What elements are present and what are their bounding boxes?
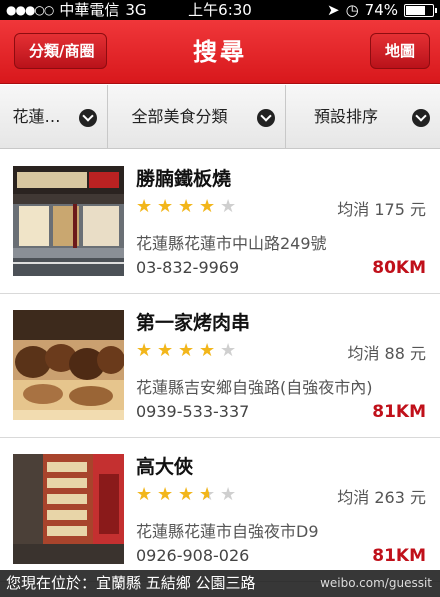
restaurant-name: 勝腩鐵板燒 xyxy=(136,168,232,190)
restaurant-distance: 80KM xyxy=(372,258,426,278)
star-full-icon: ★ xyxy=(157,340,174,361)
rating-stars: ★ ★ ★ ★ ★ xyxy=(136,484,240,505)
restaurant-phone[interactable]: 03-832-9969 xyxy=(136,258,239,277)
star-empty-icon: ★ xyxy=(220,340,237,361)
star-empty-icon: ★ xyxy=(220,484,237,505)
restaurant-address: 花蓮縣花蓮市中山路249號 xyxy=(136,234,327,253)
filter-area-label: 花蓮… xyxy=(12,107,61,126)
restaurant-item[interactable]: 第一家烤肉串 ★ ★ ★ ★ ★ 均消 88 元 花蓮縣吉安鄉自強路(自強夜市內) 09… xyxy=(0,294,440,438)
star-half-icon: ★ xyxy=(199,486,219,505)
restaurant-address: 花蓮縣吉安鄉自強路(自強夜市內) xyxy=(136,378,373,397)
star-full-icon: ★ xyxy=(178,196,195,217)
restaurant-distance: 81KM xyxy=(372,402,426,422)
battery-percent: 74% xyxy=(364,1,398,19)
map-button[interactable]: 地圖 xyxy=(370,33,430,69)
restaurant-item[interactable]: 勝腩鐵板燒 ★ ★ ★ ★ ★ 均消 175 元 花蓮縣花蓮市中山路249號 03-83… xyxy=(0,150,440,294)
watermark: weibo.com/guessit xyxy=(320,576,432,590)
restaurant-photo xyxy=(13,166,124,276)
battery-fill xyxy=(406,5,426,15)
filter-sort[interactable]: 預設排序 xyxy=(286,85,440,149)
star-full-icon: ★ xyxy=(136,484,153,505)
restaurant-item[interactable]: 高大俠 ★★★★★ 均消 263 元 花蓮縣花蓮市自強夜市D9 0926-908… xyxy=(0,438,440,582)
chevron-down-icon xyxy=(79,109,97,127)
location-arrow-icon: ➤ xyxy=(326,1,340,19)
filter-category[interactable]: 全部美食分類 xyxy=(108,85,286,149)
rating-stars: ★ ★ ★ ★ ★ xyxy=(136,198,240,216)
average-price: 均消 263 元 xyxy=(337,488,426,507)
filter-sort-label: 預設排序 xyxy=(313,107,378,126)
current-location-bar: 您現在位於：宜蘭縣 五結鄉 公園三路 weibo.com/guessit xyxy=(0,570,440,597)
average-price: 均消 175 元 xyxy=(337,200,426,219)
restaurant-photo xyxy=(13,310,124,420)
restaurant-name: 第一家烤肉串 xyxy=(136,312,251,334)
filter-area[interactable]: 花蓮… xyxy=(0,85,108,149)
filter-category-label: 全部美食分類 xyxy=(131,107,228,126)
star-full-icon: ★ xyxy=(136,340,153,361)
star-full-icon: ★ xyxy=(157,196,174,217)
star-full-icon: ★ xyxy=(178,340,195,361)
status-bar: ●●●○○ 中華電信 3G 上午6:30 ➤ ◷ 74% xyxy=(0,0,440,20)
restaurant-distance: 81KM xyxy=(372,546,426,566)
chevron-down-icon xyxy=(257,109,275,127)
star-full-icon: ★ xyxy=(136,196,153,217)
star-full-icon: ★ xyxy=(178,484,195,505)
restaurant-phone[interactable]: 0939-533-337 xyxy=(136,402,249,421)
star-empty-icon: ★ xyxy=(220,196,237,217)
restaurant-photo xyxy=(13,454,124,564)
restaurant-phone[interactable]: 0926-908-026 xyxy=(136,546,249,565)
restaurant-list: 勝腩鐵板燒 ★ ★ ★ ★ ★ 均消 175 元 花蓮縣花蓮市中山路249號 03-83… xyxy=(0,150,440,582)
average-price: 均消 88 元 xyxy=(347,344,426,363)
status-right: ➤ ◷ 74% xyxy=(326,0,437,20)
restaurant-address: 花蓮縣花蓮市自強夜市D9 xyxy=(136,522,319,541)
star-full-icon: ★ xyxy=(199,340,216,361)
battery-icon xyxy=(404,3,437,17)
filter-bar: 花蓮… 全部美食分類 預設排序 xyxy=(0,85,440,149)
rating-stars: ★ ★ ★ ★ ★ xyxy=(136,342,240,360)
chevron-down-icon xyxy=(412,109,430,127)
current-location-text: 您現在位於：宜蘭縣 五結鄉 公園三路 xyxy=(6,574,256,592)
star-full-icon: ★ xyxy=(199,196,216,217)
restaurant-name: 高大俠 xyxy=(136,456,194,478)
navigation-bar: 分類/商圈 搜尋 地圖 xyxy=(0,20,440,84)
star-full-icon: ★ xyxy=(157,484,174,505)
alarm-icon: ◷ xyxy=(345,1,359,19)
